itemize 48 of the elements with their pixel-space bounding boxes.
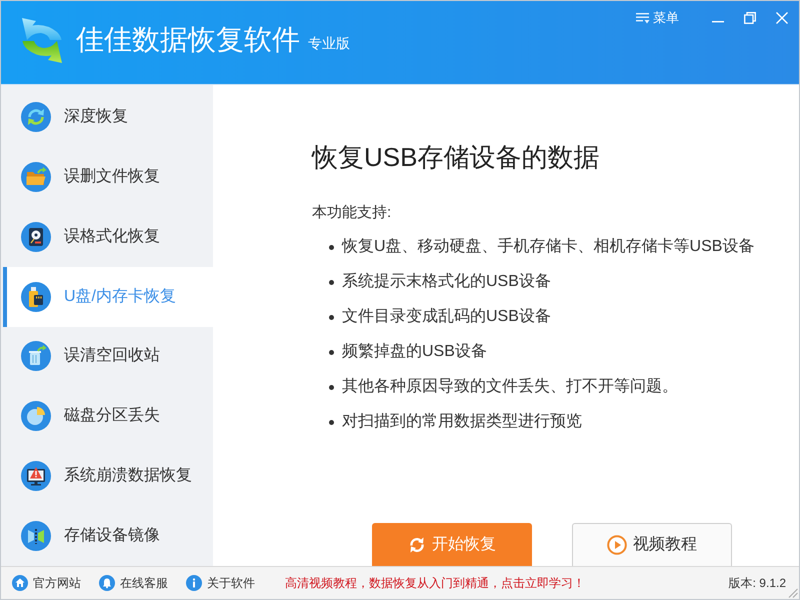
feature-text: 对扫描到的常用数据类型进行预览 <box>342 412 582 432</box>
page-heading: 恢复USB存储设备的数据 <box>312 141 600 174</box>
status-link[interactable]: 关于软件 <box>186 574 255 592</box>
video-tutorial-button[interactable]: 视频教程 <box>572 523 732 566</box>
restore-icon <box>744 12 756 24</box>
sidebar-item[interactable]: 系统崩溃数据恢复 <box>3 446 213 506</box>
bullet-icon <box>329 384 334 390</box>
feature-text: 恢复U盘、移动硬盘、手机存储卡、相机存储卡等USB设备 <box>342 236 754 257</box>
close-icon <box>776 12 788 24</box>
home-icon <box>12 575 28 591</box>
feature-text: 文件目录变成乱码的USB设备 <box>342 306 551 327</box>
feature-text: 其他各种原因导致的文件丢失、打不开等问题。 <box>342 376 678 397</box>
bullet-icon <box>329 314 334 320</box>
folder-icon <box>21 162 51 192</box>
sidebar-item[interactable]: 误删文件恢复 <box>3 146 213 207</box>
sidebar-item[interactable]: 深度恢复 <box>3 87 213 147</box>
bullet-icon <box>329 420 334 424</box>
sidebar-item[interactable]: 磁盘分区丢失 <box>3 386 213 446</box>
app-title: 佳佳数据恢复软件 <box>76 23 300 57</box>
pie-chart-icon <box>21 401 51 432</box>
info-icon <box>186 575 202 591</box>
sidebar-item[interactable]: 存储设备镜像 <box>3 506 213 566</box>
menu-icon <box>636 12 650 24</box>
monitor-warning-icon <box>21 461 51 492</box>
bell-icon <box>99 575 115 591</box>
version-label: 版本: 9.1.2 <box>728 575 786 592</box>
cycle-arrows-icon <box>21 102 51 132</box>
status-link[interactable]: 官方网站 <box>12 574 81 592</box>
sidebar-item[interactable]: 误清空回收站 <box>3 326 213 386</box>
cycle-arrows-icon <box>408 536 426 554</box>
sidebar-item[interactable]: 误格式化恢复 <box>3 206 213 267</box>
play-icon <box>607 535 627 555</box>
hard-disk-icon <box>21 222 51 252</box>
feature-text: 频繁掉盘的USB设备 <box>342 342 487 362</box>
status-link[interactable]: 在线客服 <box>99 574 168 592</box>
edition-label: 专业版 <box>308 34 350 52</box>
usb-drive-icon <box>21 282 51 312</box>
resize-grip-icon <box>788 588 798 598</box>
logo-icon <box>20 17 64 63</box>
feature-text: 系统提示末格式化的USB设备 <box>342 272 551 292</box>
trash-can-icon <box>21 341 51 372</box>
bullet-icon <box>329 280 334 284</box>
bullet-icon <box>329 244 334 250</box>
mirror-icon <box>21 521 51 552</box>
intro-text: 本功能支持: <box>312 203 392 223</box>
promo-link[interactable]: 高清视频教程，数据恢复从入门到精通，点击立即学习！ <box>285 574 585 592</box>
minimize-icon <box>712 21 724 23</box>
bullet-icon <box>329 350 334 354</box>
